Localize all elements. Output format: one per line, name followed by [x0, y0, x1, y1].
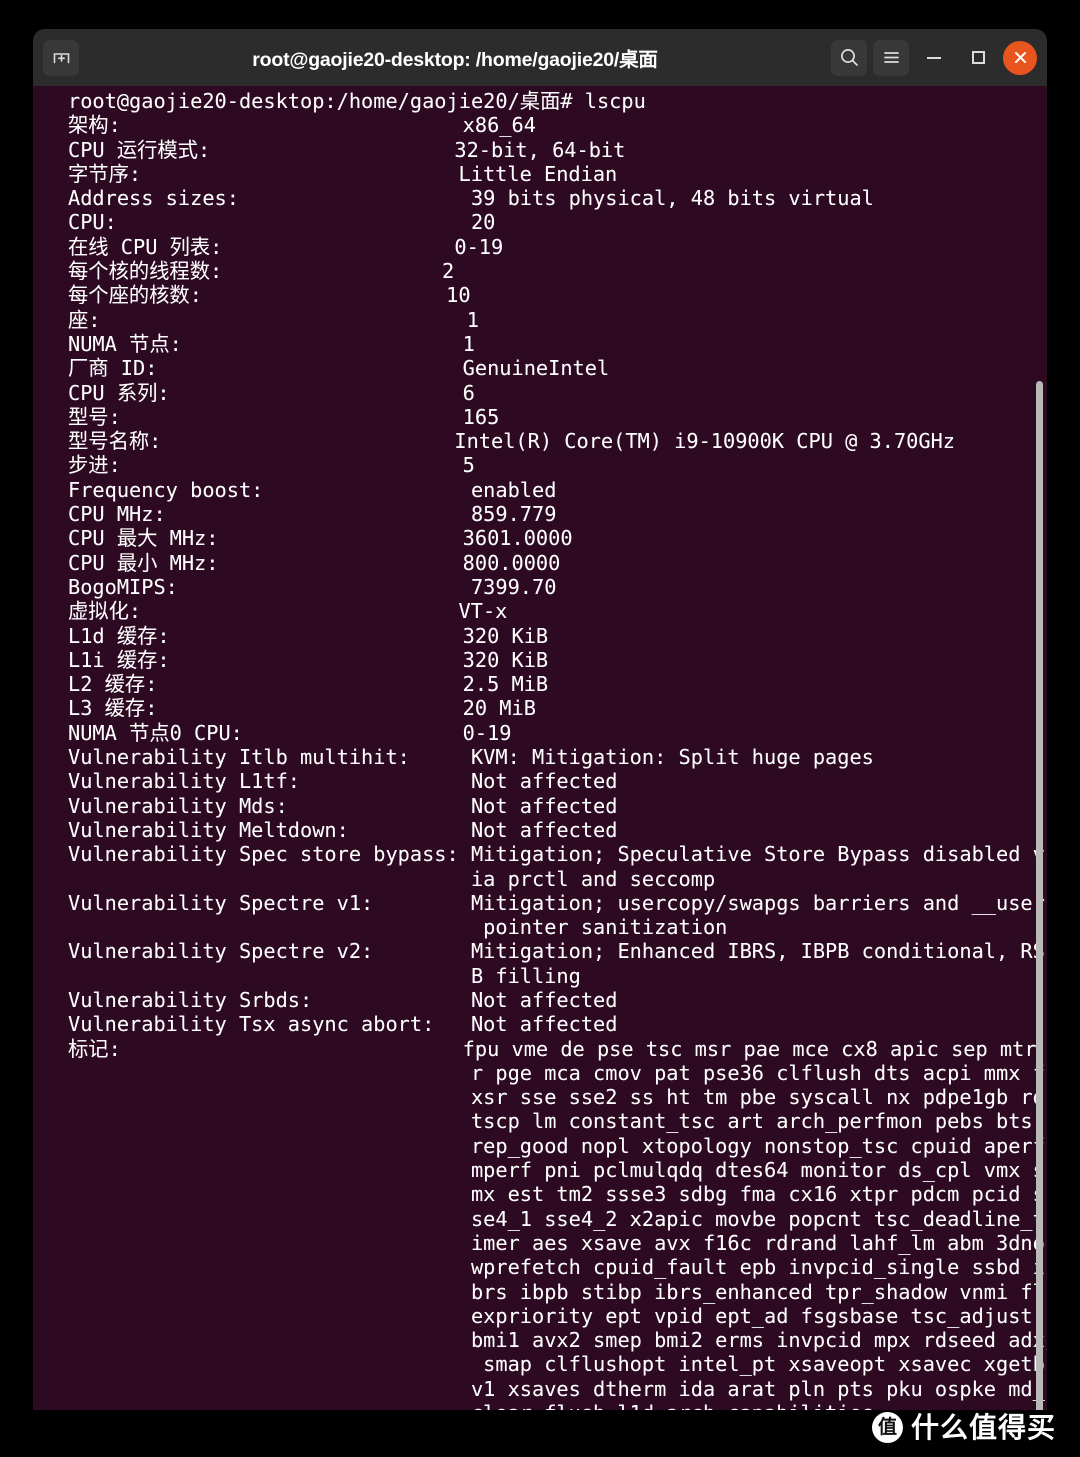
maximize-icon	[971, 51, 985, 64]
maximize-button[interactable]	[959, 39, 997, 77]
close-icon	[1014, 52, 1026, 63]
new-tab-button[interactable]	[43, 39, 79, 76]
minimize-icon	[927, 56, 941, 59]
window-title: root@gaojie20-desktop: /home/gaojie20/桌面	[252, 49, 658, 71]
hamburger-menu-icon	[883, 52, 899, 63]
watermark-logo-icon: 值	[871, 1412, 903, 1443]
window-titlebar: root@gaojie20-desktop: /home/gaojie20/桌面	[33, 29, 1047, 86]
watermark-text: 什么值得买	[910, 1410, 1056, 1444]
close-button[interactable]	[1003, 40, 1037, 75]
terminal-scrollbar[interactable]	[1036, 381, 1043, 1410]
menu-button[interactable]	[873, 39, 909, 76]
search-button[interactable]	[831, 39, 867, 76]
screen: root@gaojie20-desktop: /home/gaojie20/桌面	[0, 0, 1080, 1457]
terminal-window: root@gaojie20-desktop: /home/gaojie20/桌面	[33, 29, 1047, 1410]
new-tab-icon	[53, 53, 69, 64]
minimize-button[interactable]	[915, 39, 953, 77]
terminal-body[interactable]: root@gaojie20-desktop:/home/gaojie20/桌面#…	[33, 86, 1047, 1410]
watermark: 值 什么值得买	[871, 1410, 1056, 1444]
terminal-output: root@gaojie20-desktop:/home/gaojie20/桌面#…	[68, 89, 1045, 1410]
titlebar-controls	[831, 39, 1037, 77]
search-icon	[840, 49, 858, 66]
